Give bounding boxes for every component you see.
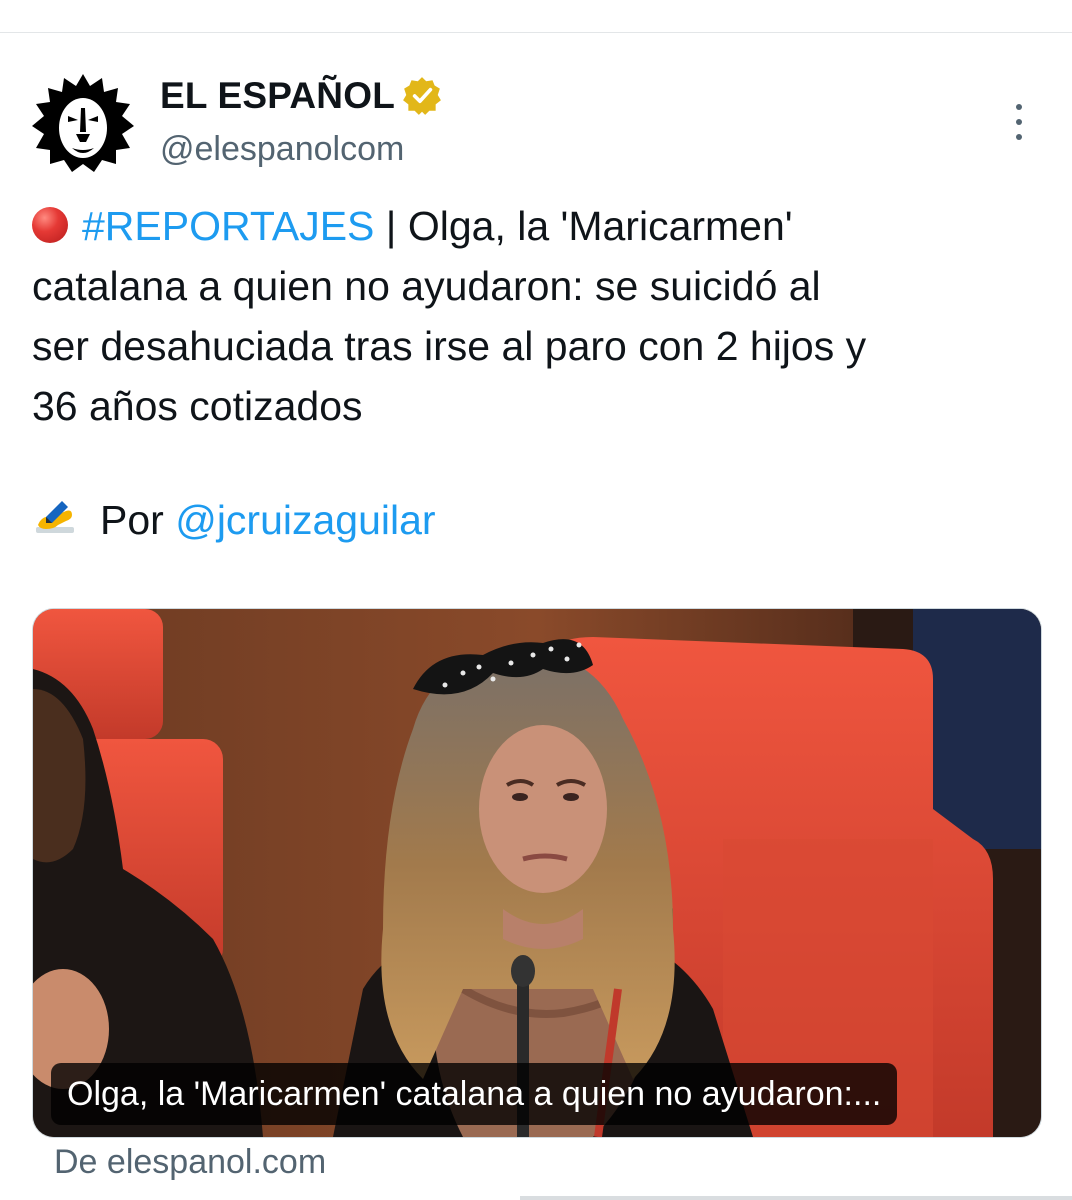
more-dot xyxy=(1016,134,1022,140)
tweet-line-2: catalana a quien no ayudaron: se suicidó… xyxy=(32,263,821,309)
top-divider xyxy=(0,32,1072,33)
byline: Por @jcruizaguilar xyxy=(32,490,436,550)
display-name[interactable]: EL ESPAÑOL xyxy=(160,75,395,117)
account-handle[interactable]: @elespanolcom xyxy=(160,130,404,169)
red-circle-icon xyxy=(32,207,68,243)
more-dot xyxy=(1016,119,1022,125)
lion-head-icon[interactable] xyxy=(28,68,138,178)
tweet-line-3: ser desahuciada tras irse al paro con 2 … xyxy=(32,323,867,369)
card-photo[interactable] xyxy=(33,609,1041,1137)
bottom-divider xyxy=(520,1196,1072,1200)
account-name-row[interactable]: EL ESPAÑOL xyxy=(160,72,443,120)
tweet-text: #REPORTAJES | Olga, la 'Maricarmen' cata… xyxy=(32,196,1042,436)
verified-badge-icon xyxy=(403,77,441,115)
more-vertical-icon[interactable] xyxy=(1008,104,1030,140)
byline-prefix: Por xyxy=(100,497,176,543)
tweet-line-1: #REPORTAJES | Olga, la 'Maricarmen' xyxy=(32,196,1042,256)
writing-hand-icon xyxy=(36,501,74,533)
card-source[interactable]: De elespanol.com xyxy=(54,1143,326,1182)
link-card[interactable]: Olga, la 'Maricarmen' catalana a quien n… xyxy=(32,608,1042,1138)
card-caption[interactable]: Olga, la 'Maricarmen' catalana a quien n… xyxy=(51,1063,898,1125)
hashtag-link[interactable]: #REPORTAJES xyxy=(82,203,374,249)
more-dot xyxy=(1016,104,1022,110)
tweet-line-4: 36 años cotizados xyxy=(32,383,363,429)
author-mention-link[interactable]: @jcruizaguilar xyxy=(175,490,435,550)
tweet-line-1-text: | Olga, la 'Maricarmen' xyxy=(374,203,793,249)
